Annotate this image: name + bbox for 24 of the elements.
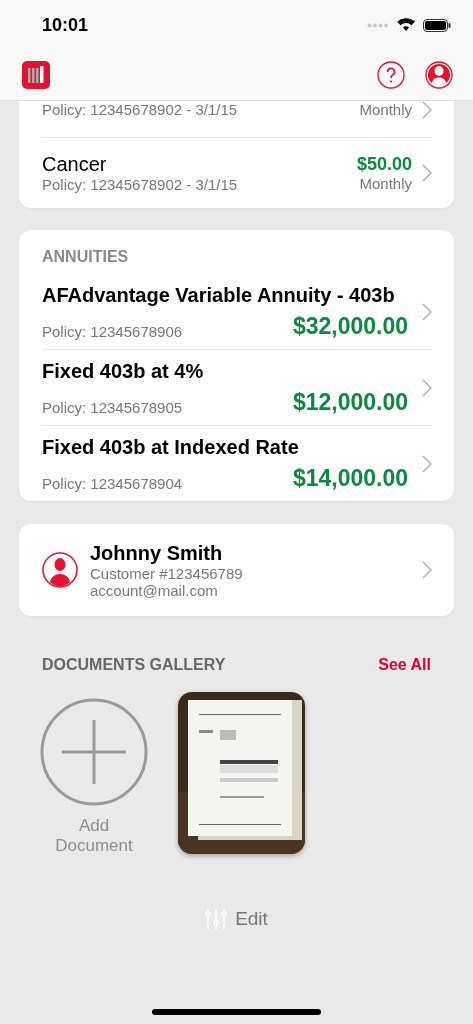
- add-document-button[interactable]: Add Document: [40, 698, 148, 856]
- annuity-amount: $14,000.00: [292, 464, 408, 492]
- edit-button[interactable]: Edit: [205, 908, 268, 930]
- annuity-title: Fixed 403b at Indexed Rate: [42, 435, 300, 459]
- see-all-link[interactable]: See All: [378, 656, 431, 674]
- policy-number: Policy: 12345678902 - 3/1/15: [42, 176, 239, 193]
- customer-email: account@mail.com: [90, 581, 219, 599]
- policy-number: Policy: 12345678906: [42, 322, 183, 340]
- customer-number: Customer #123456789: [90, 564, 244, 582]
- policy-number: Policy: 12345678905: [42, 398, 183, 416]
- section-heading: ANNUITIES: [42, 247, 130, 267]
- section-heading: DOCUMENTS GALLERY: [42, 656, 226, 674]
- annuity-amount: $32,000.00: [292, 312, 408, 340]
- customer-name: Johnny Smith: [90, 541, 224, 565]
- status-time: 10:01: [42, 14, 89, 36]
- premium-amount: $50.00: [356, 154, 412, 175]
- annuity-amount: $12,000.00: [292, 388, 408, 416]
- annuity-title: AFAdvantage Variable Annuity - 403b: [42, 283, 396, 307]
- payment-frequency: Monthly: [359, 175, 412, 192]
- policy-number: Policy: 12345678904: [42, 474, 183, 492]
- annuity-title: Fixed 403b at 4%: [42, 359, 205, 383]
- payment-frequency: Monthly: [359, 101, 412, 118]
- policy-title: Cancer: [42, 153, 108, 176]
- policy-number: Policy: 12345678902 - 3/1/15: [42, 101, 239, 118]
